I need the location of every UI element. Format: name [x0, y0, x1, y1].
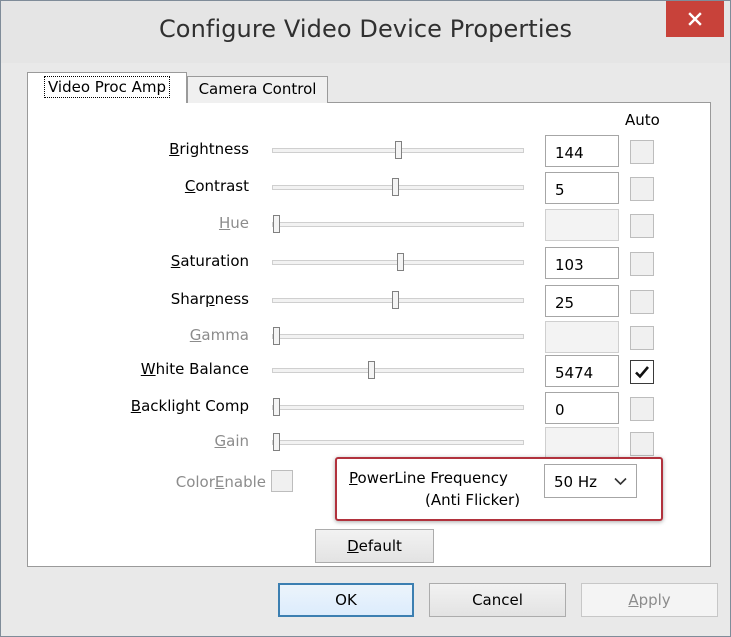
- tab-camera-control[interactable]: Camera Control: [187, 76, 328, 103]
- saturation-value-field[interactable]: 103: [545, 247, 619, 279]
- apply-button[interactable]: Apply: [581, 583, 718, 617]
- saturation-slider[interactable]: [272, 253, 524, 271]
- saturation-slider-thumb[interactable]: [397, 253, 404, 271]
- gamma-slider[interactable]: [272, 327, 524, 345]
- powerline-frequency-label: PowerLine Frequency: [349, 469, 508, 487]
- powerline-frequency-select[interactable]: 50 Hz: [544, 464, 637, 498]
- contrast-auto-checkbox[interactable]: [630, 177, 654, 201]
- white-balance-auto-checkbox[interactable]: [630, 360, 654, 384]
- close-button[interactable]: [666, 1, 724, 37]
- gamma-auto-checkbox: [630, 326, 654, 350]
- contrast-slider[interactable]: [272, 178, 524, 196]
- hue-slider[interactable]: [272, 215, 524, 233]
- backlight-comp-value-field[interactable]: 0: [545, 392, 619, 424]
- gamma-label: Gamma: [189, 326, 249, 344]
- default-button[interactable]: Default: [315, 529, 434, 563]
- brightness-slider[interactable]: [272, 141, 524, 159]
- cancel-button[interactable]: Cancel: [429, 583, 566, 617]
- title-bar[interactable]: Configure Video Device Properties: [1, 1, 730, 63]
- contrast-slider-thumb[interactable]: [392, 178, 399, 196]
- white-balance-slider[interactable]: [272, 361, 524, 379]
- tab-label: Camera Control: [198, 80, 317, 98]
- powerline-frequency-sublabel: (Anti Flicker): [425, 491, 521, 509]
- close-icon: [688, 12, 702, 26]
- backlight-comp-slider[interactable]: [272, 398, 524, 416]
- hue-slider-thumb[interactable]: [273, 215, 280, 233]
- sharpness-label: Sharpness: [170, 290, 249, 308]
- chevron-down-icon: [614, 477, 627, 486]
- ok-button[interactable]: OK: [278, 583, 414, 617]
- white-balance-label: White Balance: [140, 360, 249, 378]
- tab-label: Video Proc Amp: [43, 76, 171, 98]
- white-balance-value-field[interactable]: 5474: [545, 355, 619, 387]
- sharpness-slider[interactable]: [272, 291, 524, 309]
- brightness-label: Brightness: [169, 140, 249, 158]
- hue-label: Hue: [218, 214, 249, 232]
- backlight-comp-auto-checkbox[interactable]: [630, 397, 654, 421]
- tab-video-proc-amp[interactable]: Video Proc Amp: [27, 72, 187, 103]
- contrast-value-field[interactable]: 5: [545, 172, 619, 204]
- gain-slider[interactable]: [272, 433, 524, 451]
- backlight-comp-label: Backlight Comp: [130, 397, 249, 415]
- window-title: Configure Video Device Properties: [158, 15, 573, 43]
- gain-slider-thumb[interactable]: [273, 433, 280, 451]
- saturation-auto-checkbox[interactable]: [630, 252, 654, 276]
- color-enable-label: ColorEnable: [175, 473, 266, 491]
- color-enable-checkbox[interactable]: [271, 470, 293, 492]
- gain-value-field: [545, 427, 619, 459]
- brightness-slider-thumb[interactable]: [395, 141, 402, 159]
- gain-label: Gain: [214, 432, 250, 450]
- gamma-slider-thumb[interactable]: [273, 327, 280, 345]
- white-balance-slider-thumb[interactable]: [368, 361, 375, 379]
- auto-column-header: Auto: [625, 111, 660, 129]
- sharpness-slider-thumb[interactable]: [392, 291, 399, 309]
- hue-value-field: [545, 209, 619, 241]
- sharpness-value-field[interactable]: 25: [545, 285, 619, 317]
- gamma-value-field: [545, 321, 619, 353]
- select-value: 50 Hz: [554, 473, 598, 491]
- checkmark-icon: [635, 366, 649, 379]
- brightness-value-field[interactable]: 144: [545, 135, 619, 167]
- gain-auto-checkbox: [630, 432, 654, 456]
- contrast-label: Contrast: [184, 177, 249, 195]
- sharpness-auto-checkbox[interactable]: [630, 290, 654, 314]
- saturation-label: Saturation: [170, 252, 249, 270]
- dialog-window: Configure Video Device Properties Video …: [0, 0, 731, 637]
- brightness-auto-checkbox[interactable]: [630, 140, 654, 164]
- hue-auto-checkbox: [630, 214, 654, 238]
- backlight-comp-slider-thumb[interactable]: [273, 398, 280, 416]
